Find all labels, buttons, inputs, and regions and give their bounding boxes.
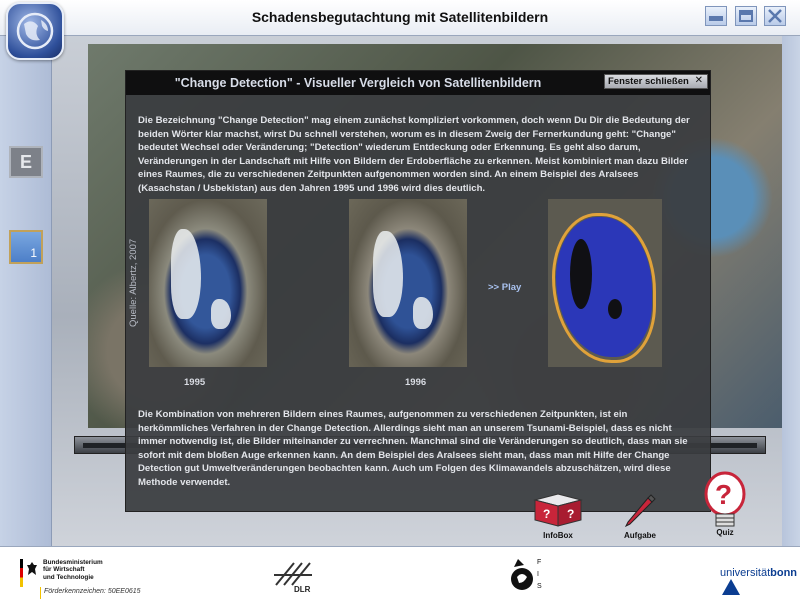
uni-bonn-logo: universitätbonn bbox=[720, 567, 800, 596]
year-label-1995: 1995 bbox=[184, 377, 206, 388]
bmwi-line: Bundesministerium bbox=[43, 559, 103, 566]
minimize-button[interactable] bbox=[705, 6, 727, 26]
dry-seabed-area bbox=[171, 229, 201, 319]
dlr-emblem-icon bbox=[274, 562, 312, 586]
close-dialog-button[interactable]: Fenster schließen ✕ bbox=[604, 74, 708, 89]
satellite-image-1995 bbox=[149, 199, 267, 367]
dialog-title: "Change Detection" - Visueller Vergleich… bbox=[174, 76, 542, 90]
bonn-emblem-icon bbox=[722, 579, 740, 595]
fis-logo: F I S bbox=[508, 555, 548, 597]
intro-paragraph: Die Bezeichnung "Change Detection" mag e… bbox=[138, 115, 690, 194]
left-sidebar: E 1 bbox=[0, 36, 52, 546]
language-button[interactable]: E bbox=[9, 146, 43, 178]
satellite-image-1996 bbox=[349, 199, 467, 367]
maximize-icon bbox=[739, 10, 753, 22]
footer: Bundesministerium für Wirtschaft und Tec… bbox=[0, 546, 800, 600]
close-dialog-label: Fenster schließen bbox=[608, 76, 689, 87]
right-border bbox=[782, 36, 800, 546]
image-credit: Quelle: Albertz, 2007 bbox=[128, 238, 139, 327]
globe-logo-graphic bbox=[16, 12, 54, 50]
change-detection-image bbox=[548, 199, 662, 367]
aufgabe-label: Aufgabe bbox=[624, 531, 656, 540]
dry-seabed-area bbox=[413, 297, 433, 329]
globe-icon[interactable] bbox=[6, 2, 64, 60]
infobox-button[interactable]: ? ? InfoBox bbox=[528, 492, 588, 540]
fis-letter: F bbox=[537, 559, 542, 566]
year-label-1996: 1996 bbox=[405, 377, 427, 388]
uni-name: bonn bbox=[770, 567, 798, 579]
dialog-titlebar: "Change Detection" - Visueller Vergleich… bbox=[126, 71, 710, 95]
eagle-icon bbox=[27, 562, 37, 575]
minimize-icon bbox=[709, 16, 723, 21]
close-icon: ✕ bbox=[694, 75, 703, 86]
uni-prefix: universität bbox=[720, 567, 771, 579]
island-shape bbox=[570, 239, 592, 309]
bmwi-text: Bundesministerium für Wirtschaft und Tec… bbox=[43, 559, 103, 581]
lightbulb-quiz-icon: ? bbox=[704, 471, 746, 527]
app-header: Schadensbegutachtung mit Satellitenbilde… bbox=[0, 0, 800, 36]
svg-text:?: ? bbox=[567, 507, 574, 521]
bmwi-line: und Technologie bbox=[43, 573, 94, 581]
conclusion-paragraph: Die Kombination von mehreren Bildern ein… bbox=[138, 409, 688, 488]
fis-globe-icon bbox=[511, 559, 533, 590]
quiz-button[interactable]: ? Quiz bbox=[698, 470, 752, 537]
page-title: Schadensbegutachtung mit Satellitenbilde… bbox=[251, 9, 549, 25]
maximize-button[interactable] bbox=[735, 6, 757, 26]
aufgabe-button[interactable]: Aufgabe bbox=[615, 492, 665, 540]
bmwi-logo: Bundesministerium für Wirtschaft und Tec… bbox=[20, 559, 110, 587]
dlr-label: DLR bbox=[294, 585, 311, 594]
change-detection-dialog: "Change Detection" - Visueller Vergleich… bbox=[125, 70, 711, 512]
fis-letter: I bbox=[537, 571, 539, 578]
german-flag-stripe bbox=[20, 559, 23, 587]
play-link[interactable]: >> Play bbox=[488, 282, 521, 293]
page-indicator[interactable]: 1 bbox=[9, 230, 43, 264]
infobox-label: InfoBox bbox=[543, 531, 573, 540]
pencil-icon bbox=[624, 494, 656, 528]
fis-letter: S bbox=[537, 583, 542, 590]
bmwi-line: für Wirtschaft bbox=[43, 566, 85, 574]
dry-seabed-area bbox=[211, 299, 231, 329]
dlr-logo: DLR bbox=[272, 561, 320, 595]
dry-seabed-area bbox=[373, 231, 403, 317]
svg-text:?: ? bbox=[543, 507, 550, 521]
infobox-icon: ? ? bbox=[533, 493, 583, 527]
close-icon bbox=[768, 9, 782, 23]
close-window-button[interactable] bbox=[764, 6, 786, 26]
foerder-divider bbox=[40, 587, 41, 599]
fis-letters: F I S bbox=[537, 557, 542, 593]
svg-text:?: ? bbox=[715, 479, 732, 510]
island-shape bbox=[608, 299, 622, 319]
foerderkennzeichen: Förderkennzeichen: 50EE0615 bbox=[44, 588, 141, 595]
